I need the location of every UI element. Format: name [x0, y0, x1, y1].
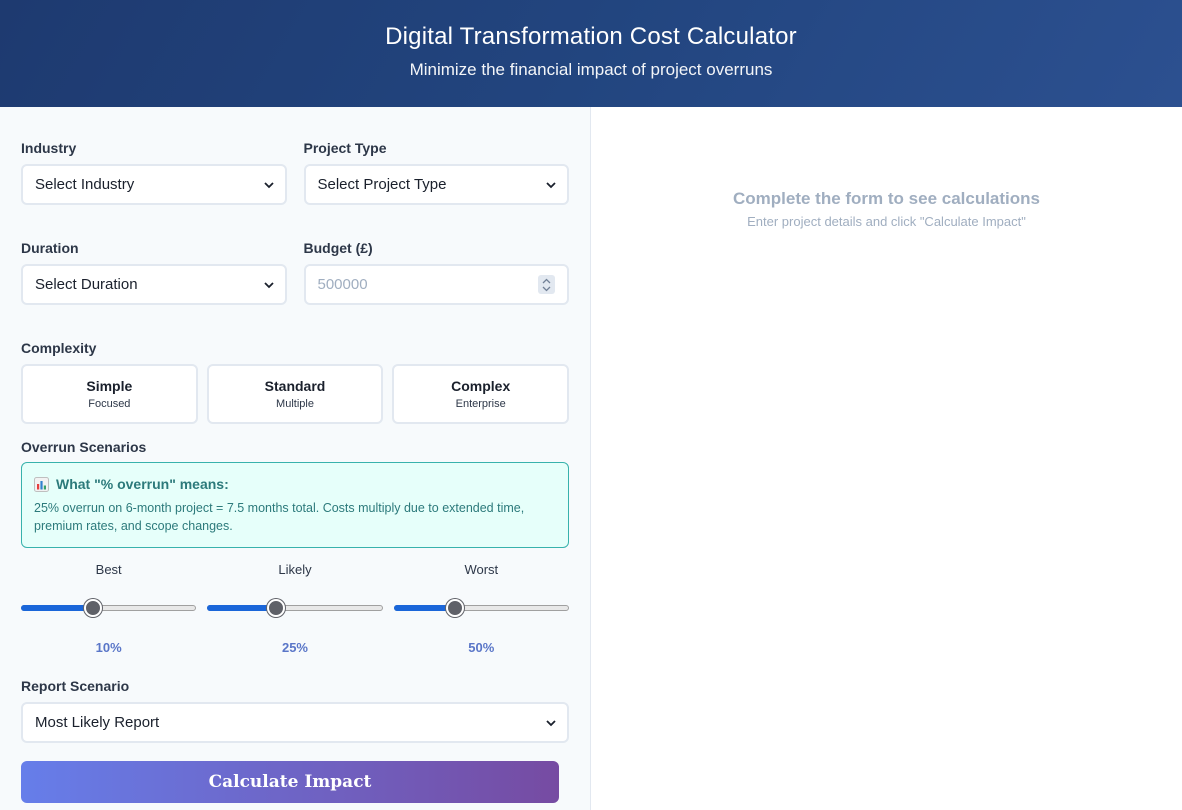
slider-likely-label: Likely: [278, 562, 312, 577]
budget-placeholder: 500000: [317, 276, 368, 293]
industry-select[interactable]: Select Industry: [21, 164, 287, 205]
page-title: Digital Transformation Cost Calculator: [385, 23, 797, 50]
row-duration-budget: Duration Select Duration Budget (£) 5000…: [21, 240, 569, 305]
report-scenario-section: Report Scenario Most Likely Report: [21, 678, 569, 743]
project-type-select-value: Select Project Type: [317, 176, 447, 193]
slider-best-control[interactable]: [21, 598, 197, 618]
results-empty-title: Complete the form to see calculations: [732, 189, 1040, 208]
overrun-info-title: What "% overrun" means:: [34, 476, 556, 492]
results-empty-text: Enter project details and click "Calcula…: [747, 214, 1026, 229]
bar-chart-icon: [34, 476, 49, 492]
chevron-down-icon: [546, 181, 556, 188]
main-content: Industry Select Industry Project Type Se…: [0, 107, 1182, 810]
slider-likely: Likely 25%: [207, 562, 383, 655]
slider-likely-control[interactable]: [207, 598, 383, 618]
complexity-option-subtitle: Enterprise: [455, 398, 506, 410]
complexity-option-subtitle: Focused: [88, 398, 131, 410]
overrun-sliders: Best 10% Likely 25% Worst 50%: [21, 562, 569, 655]
overrun-label: Overrun Scenarios: [21, 439, 147, 455]
overrun-info-box: What "% overrun" means: 25% overrun on 6…: [21, 462, 569, 548]
complexity-option-subtitle: Multiple: [276, 398, 314, 410]
complexity-option-title: Complex: [451, 378, 511, 394]
page-header: Digital Transformation Cost Calculator M…: [0, 0, 1182, 107]
slider-likely-value: 25%: [281, 640, 308, 655]
complexity-section: Complexity Simple Focused Standard Multi…: [21, 340, 570, 424]
chevron-down-icon: [263, 181, 274, 188]
duration-select[interactable]: Select Duration: [21, 264, 287, 305]
project-type-field: Project Type Select Project Type: [303, 140, 569, 205]
complexity-standard-button[interactable]: Standard Multiple: [206, 364, 384, 424]
slider-worst-label: Worst: [464, 562, 499, 577]
slider-handle[interactable]: [446, 599, 465, 617]
industry-field: Industry Select Industry: [21, 140, 287, 205]
slider-best: Best 10%: [21, 562, 197, 655]
project-type-select[interactable]: Select Project Type: [303, 164, 569, 205]
chevron-down-icon[interactable]: [542, 286, 551, 292]
slider-worst-control[interactable]: [393, 598, 569, 618]
complexity-options: Simple Focused Standard Multiple Complex…: [21, 364, 570, 424]
chevron-up-icon[interactable]: [542, 278, 551, 284]
budget-field: Budget (£) 500000: [303, 240, 569, 305]
industry-label: Industry: [21, 140, 77, 156]
complexity-simple-button[interactable]: Simple Focused: [21, 364, 198, 424]
slider-handle[interactable]: [83, 599, 102, 617]
slider-worst-value: 50%: [468, 640, 495, 655]
results-panel: Complete the form to see calculations En…: [591, 107, 1182, 810]
report-scenario-select[interactable]: Most Likely Report: [21, 702, 569, 743]
industry-select-value: Select Industry: [35, 176, 135, 193]
chevron-down-icon: [263, 281, 274, 288]
budget-spinner[interactable]: [538, 275, 555, 294]
report-scenario-label: Report Scenario: [21, 678, 130, 694]
slider-handle[interactable]: [266, 599, 285, 617]
duration-select-value: Select Duration: [35, 276, 138, 293]
duration-field: Duration Select Duration: [21, 240, 287, 305]
budget-label: Budget (£): [303, 240, 373, 256]
chevron-down-icon: [546, 719, 556, 726]
slider-fill: [207, 605, 276, 611]
slider-best-value: 10%: [95, 640, 122, 655]
project-type-label: Project Type: [303, 140, 387, 156]
slider-fill: [21, 605, 93, 611]
complexity-option-title: Standard: [264, 378, 326, 394]
complexity-label: Complexity: [21, 340, 97, 356]
duration-label: Duration: [21, 240, 79, 256]
complexity-option-title: Simple: [86, 378, 133, 394]
budget-input[interactable]: 500000: [303, 264, 569, 305]
complexity-complex-button[interactable]: Complex Enterprise: [392, 364, 570, 424]
row-industry-project: Industry Select Industry Project Type Se…: [21, 140, 569, 205]
page-subtitle: Minimize the financial impact of project…: [409, 60, 773, 79]
overrun-section: Overrun Scenarios What "% overrun" means…: [21, 439, 569, 655]
report-scenario-value: Most Likely Report: [35, 714, 160, 731]
calculate-impact-button[interactable]: Calculate Impact: [21, 761, 559, 803]
overrun-info-text: 25% overrun on 6-month project = 7.5 mon…: [34, 501, 525, 533]
calculator-form: Industry Select Industry Project Type Se…: [0, 107, 591, 810]
slider-best-label: Best: [95, 562, 122, 577]
slider-worst: Worst 50%: [393, 562, 569, 655]
overrun-info-heading: What "% overrun" means:: [56, 476, 229, 492]
